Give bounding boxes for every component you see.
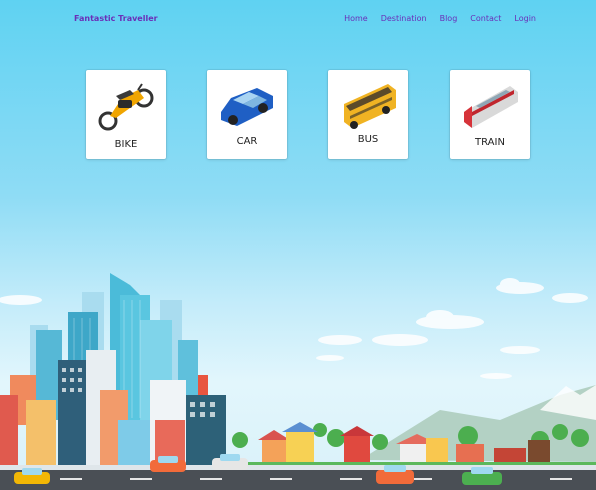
nav-link-home[interactable]: Home (344, 14, 368, 23)
top-navbar: Fantastic Traveller Home Destination Blo… (0, 0, 596, 40)
brand-logo-text[interactable]: Fantastic Traveller (74, 14, 158, 23)
bus-icon (344, 84, 396, 129)
nav-links: Home Destination Blog Contact Login (344, 14, 536, 23)
car-icon (221, 88, 273, 126)
transport-card-bus[interactable]: BUS (328, 70, 408, 159)
nav-link-destination[interactable]: Destination (381, 14, 427, 23)
train-icon (464, 86, 518, 128)
transport-card-car[interactable]: CAR (207, 70, 287, 159)
transport-card-bike[interactable]: BIKE (86, 70, 166, 159)
motorbike-icon (98, 83, 154, 131)
transport-label-car: CAR (236, 136, 258, 147)
transport-label-train: TRAIN (475, 137, 505, 148)
transport-label-bus: BUS (357, 134, 379, 145)
transport-label-bike: BIKE (114, 139, 138, 150)
nav-link-blog[interactable]: Blog (440, 14, 458, 23)
nav-link-contact[interactable]: Contact (470, 14, 501, 23)
transport-card-train[interactable]: TRAIN (450, 70, 530, 159)
nav-link-login[interactable]: Login (514, 14, 536, 23)
